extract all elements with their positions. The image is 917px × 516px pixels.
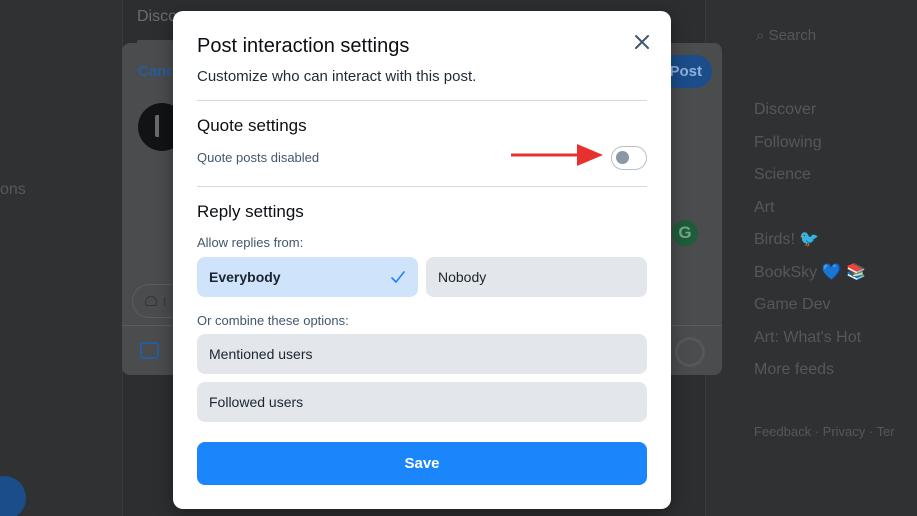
composer-cancel-button[interactable]: Canc	[138, 63, 175, 80]
left-sidebar-partial-text: ons	[0, 181, 26, 198]
quote-settings-heading: Quote settings	[197, 116, 307, 135]
grammarly-icon[interactable]: G	[672, 220, 698, 246]
tab-discover[interactable]: Disco	[137, 8, 177, 26]
option-label: Nobody	[438, 269, 487, 285]
feed-item[interactable]: Game Dev	[754, 295, 866, 328]
feed-item[interactable]: More feeds	[754, 360, 866, 393]
save-button[interactable]: Save	[197, 442, 647, 485]
reply-settings-heading: Reply settings	[197, 202, 304, 221]
reply-option-everybody[interactable]: Everybody	[197, 257, 418, 297]
quote-status-label: Quote posts disabled	[197, 150, 320, 165]
reply-option-mentioned-users[interactable]: Mentioned users	[197, 334, 647, 374]
close-icon	[635, 35, 649, 49]
toggle-knob	[616, 151, 629, 164]
option-label: Mentioned users	[209, 346, 313, 362]
people-icon	[145, 296, 157, 306]
reply-option-nobody[interactable]: Nobody	[426, 257, 647, 297]
footer-links[interactable]: Feedback · Privacy · Ter	[754, 424, 895, 439]
divider	[197, 186, 647, 187]
quote-posts-toggle[interactable]	[611, 146, 647, 170]
check-icon	[391, 271, 405, 283]
post-interaction-settings-dialog: Post interaction settings Customize who …	[173, 11, 671, 509]
feed-item[interactable]: Science	[754, 165, 866, 198]
feed-item[interactable]: BookSky 💙 📚	[754, 263, 866, 296]
search-input[interactable]: ⌕ Search	[756, 27, 816, 44]
dialog-title: Post interaction settings	[197, 35, 410, 57]
combine-options-label: Or combine these options:	[197, 313, 349, 328]
image-icon[interactable]	[140, 342, 159, 359]
divider	[197, 100, 647, 101]
feed-item[interactable]: Discover	[754, 100, 866, 133]
feed-item[interactable]: Birds! 🐦	[754, 230, 866, 263]
option-label: Followed users	[209, 394, 304, 410]
search-icon: ⌕	[756, 27, 769, 44]
compose-fab[interactable]	[0, 476, 26, 516]
search-placeholder: Search	[768, 27, 817, 44]
annotation-arrow-icon	[511, 144, 603, 166]
allow-replies-label: Allow replies from:	[197, 235, 304, 250]
feed-item[interactable]: Art	[754, 198, 866, 231]
feed-item[interactable]: Art: What's Hot	[754, 328, 866, 361]
option-label: Everybody	[209, 269, 281, 285]
interaction-settings-label: I	[163, 293, 167, 309]
feed-item[interactable]: Following	[754, 133, 866, 166]
character-count-ring	[675, 337, 705, 367]
close-button[interactable]	[628, 28, 656, 56]
feeds-nav: Discover Following Science Art Birds! 🐦 …	[754, 100, 866, 393]
reply-option-followed-users[interactable]: Followed users	[197, 382, 647, 422]
dialog-subtitle: Customize who can interact with this pos…	[197, 68, 477, 85]
